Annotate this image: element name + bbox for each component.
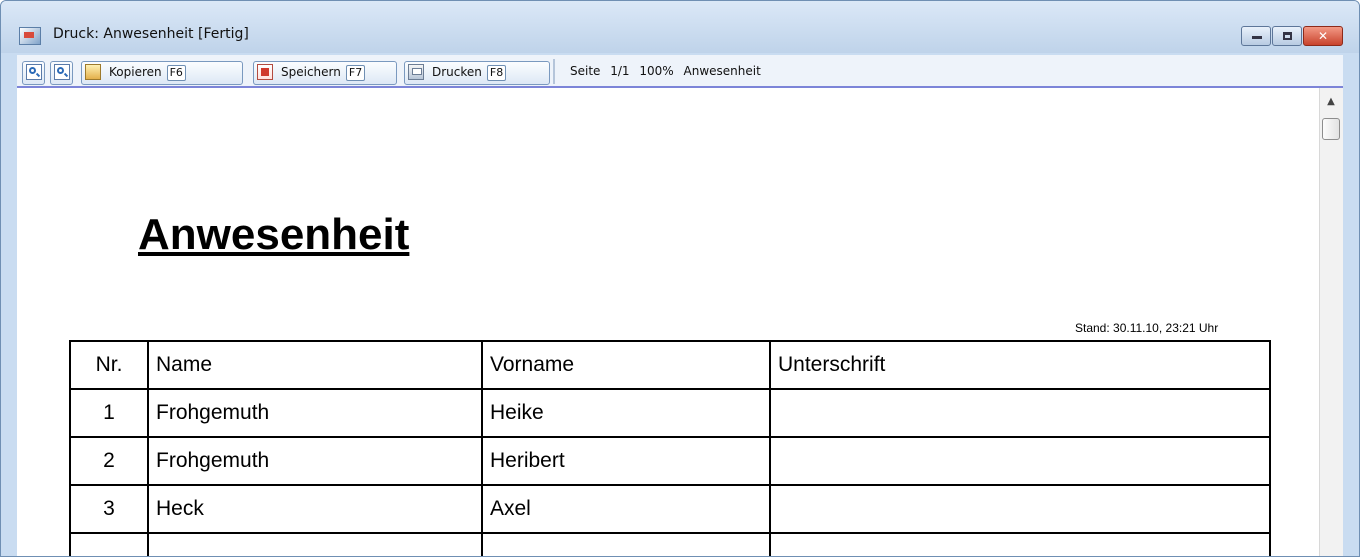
save-label: Speichern <box>281 65 341 79</box>
pdf-icon <box>257 64 273 80</box>
print-label: Drucken <box>432 65 482 79</box>
print-shortcut: F8 <box>486 65 507 81</box>
document-viewport[interactable]: Anwesenheit Stand: 30.11.10, 23:21 Uhr N… <box>17 88 1319 556</box>
maximize-button[interactable] <box>1272 26 1302 46</box>
row-signature <box>769 436 1271 486</box>
minimize-button[interactable] <box>1241 26 1271 46</box>
clipboard-icon <box>85 64 101 80</box>
close-icon: ✕ <box>1317 29 1329 43</box>
printer-icon <box>408 64 424 80</box>
row-vorname: Axel <box>481 484 771 534</box>
scrollbar-thumb[interactable] <box>1322 118 1340 140</box>
toolbar-separator <box>553 59 555 84</box>
timestamp: Stand: 30.11.10, 23:21 Uhr <box>1075 321 1219 335</box>
table-row: 3 Heck Axel <box>69 484 1271 534</box>
save-button[interactable]: Speichern F7 <box>253 61 397 85</box>
zoom-level: 100% <box>639 64 674 78</box>
print-preview-window: Druck: Anwesenheit [Fertig] ✕ Kopieren F6… <box>0 0 1360 557</box>
window-title: Druck: Anwesenheit [Fertig] <box>53 26 249 42</box>
column-header-name: Name <box>147 340 483 390</box>
title-bar[interactable]: Druck: Anwesenheit [Fertig] ✕ <box>1 1 1359 53</box>
table-row <box>69 532 1271 556</box>
row-vorname: Heribert <box>481 436 771 486</box>
table-row: 1 Frohgemuth Heike <box>69 388 1271 438</box>
copy-button[interactable]: Kopieren F6 <box>81 61 243 85</box>
table-row: 2 Frohgemuth Heribert <box>69 436 1271 486</box>
zoom-out-icon <box>54 64 70 80</box>
table-header-row: Nr. Name Vorname Unterschrift <box>69 340 1271 390</box>
status-area: Seite 1/1 100% Anwesenheit <box>570 64 761 78</box>
close-button[interactable]: ✕ <box>1303 26 1343 46</box>
minimize-icon <box>1252 36 1262 39</box>
row-signature <box>769 484 1271 534</box>
row-name: Frohgemuth <box>147 388 483 438</box>
row-name: Frohgemuth <box>147 436 483 486</box>
attendance-table: Nr. Name Vorname Unterschrift 1 Frohgemu… <box>69 340 1271 556</box>
row-name: Heck <box>147 484 483 534</box>
print-button[interactable]: Drucken F8 <box>404 61 550 85</box>
document-title: Anwesenheit <box>138 210 410 259</box>
row-vorname: Heike <box>481 388 771 438</box>
zoom-out-button[interactable] <box>50 61 73 85</box>
column-header-nr: Nr. <box>69 340 149 390</box>
vertical-scrollbar[interactable]: ▲ <box>1319 88 1343 556</box>
zoom-in-icon <box>26 64 42 80</box>
row-number: 3 <box>69 484 149 534</box>
copy-label: Kopieren <box>109 65 162 79</box>
row-number: 1 <box>69 388 149 438</box>
save-shortcut: F7 <box>345 65 366 81</box>
column-header-unterschrift: Unterschrift <box>769 340 1271 390</box>
app-icon <box>19 27 41 45</box>
scroll-up-arrow-icon[interactable]: ▲ <box>1324 96 1338 108</box>
page-info: Seite 1/1 <box>570 64 630 78</box>
row-number: 2 <box>69 436 149 486</box>
row-signature <box>769 388 1271 438</box>
zoom-in-button[interactable] <box>22 61 45 85</box>
copy-shortcut: F6 <box>166 65 186 81</box>
maximize-icon <box>1283 32 1292 40</box>
column-header-vorname: Vorname <box>481 340 771 390</box>
toolbar: Kopieren F6 Speichern F7 Drucken F8 Seite 1… <box>17 55 1343 88</box>
document-name: Anwesenheit <box>683 64 761 78</box>
